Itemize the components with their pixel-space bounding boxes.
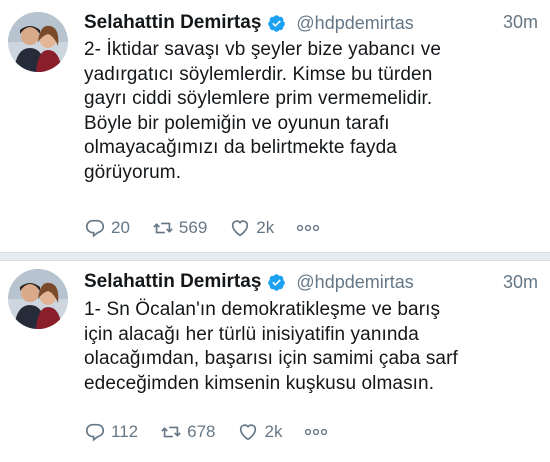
tweet-text: 2- İktidar savaşı vb şeyler bize yabancı… [84, 39, 442, 183]
more-icon [297, 224, 320, 232]
more-icon [305, 428, 328, 436]
avatar[interactable] [8, 269, 68, 329]
like-icon [232, 220, 249, 237]
verified-badge-icon [268, 273, 286, 291]
reply-icon [85, 219, 105, 238]
author-name[interactable]: Selahattin Demirtaş [84, 271, 261, 293]
verified-badge-icon [268, 14, 286, 32]
retweet-button[interactable]: 678 [160, 421, 215, 443]
avatar[interactable] [8, 12, 68, 72]
reply-count: 112 [111, 422, 139, 441]
more-button[interactable] [296, 223, 320, 233]
tweet-actions: 112 678 2k [84, 420, 328, 444]
tweet-timestamp[interactable]: 30m [503, 12, 538, 33]
reply-count: 20 [111, 218, 130, 237]
retweet-button[interactable]: 569 [152, 217, 207, 239]
like-count: 2k [256, 218, 275, 237]
tweet-header: Selahattin Demirtaş @hdpdemirtas [84, 11, 414, 35]
like-icon [240, 424, 257, 441]
author-name[interactable]: Selahattin Demirtaş [84, 12, 261, 34]
retweet-count: 569 [178, 218, 208, 237]
author-handle[interactable]: @hdpdemirtas [296, 13, 413, 34]
like-count: 2k [264, 422, 283, 441]
tweet-timeline: Selahattin Demirtaş @hdpdemirtas 30m 2- … [0, 0, 550, 462]
reply-icon [85, 423, 105, 442]
retweet-count: 678 [187, 422, 216, 441]
retweet-icon [161, 426, 181, 438]
author-handle[interactable]: @hdpdemirtas [296, 272, 413, 293]
tweet[interactable]: Selahattin Demirtaş @hdpdemirtas 30m 2- … [0, 0, 550, 252]
tweet-timestamp[interactable]: 30m [503, 272, 538, 293]
tweet-header: Selahattin Demirtaş @hdpdemirtas [84, 270, 414, 294]
retweet-icon [153, 222, 173, 234]
tweet-actions: 20 569 2k [84, 216, 320, 240]
tweet-text: 1- Sn Öcalan'ın demokratikleşme ve barış… [84, 299, 458, 394]
like-button[interactable]: 2k [229, 217, 274, 239]
reply-button[interactable]: 112 [84, 421, 138, 443]
more-button[interactable] [304, 427, 328, 437]
reply-button[interactable]: 20 [84, 217, 130, 239]
like-button[interactable]: 2k [237, 421, 282, 443]
